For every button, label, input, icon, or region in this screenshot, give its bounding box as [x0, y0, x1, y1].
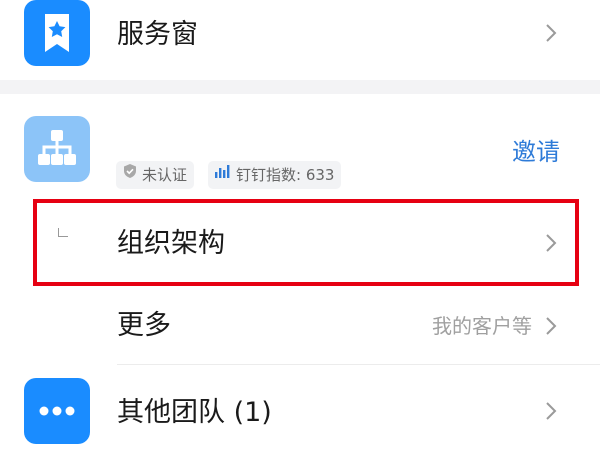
- other-teams-label: 其他团队 (1): [117, 397, 272, 428]
- chevron-right-icon: [540, 400, 562, 422]
- service-window-label: 服务窗: [117, 19, 198, 50]
- chevron-right-icon: [540, 22, 562, 44]
- more-dots-icon: [24, 378, 90, 444]
- invite-button[interactable]: 邀请: [512, 140, 560, 164]
- more-hint: 我的客户等: [432, 314, 532, 338]
- shield-check-icon: [122, 160, 138, 188]
- highlight-box: [33, 199, 579, 286]
- service-window-row[interactable]: 服务窗: [0, 0, 600, 80]
- other-teams-row[interactable]: 其他团队 (1): [0, 365, 600, 450]
- more-row[interactable]: 更多 我的客户等: [0, 288, 600, 364]
- certification-status: 未认证: [142, 166, 188, 184]
- dingtalk-index-badge[interactable]: 钉钉指数: 633: [208, 160, 342, 189]
- chevron-right-icon: [540, 315, 562, 337]
- section-separator: [0, 80, 600, 94]
- bar-chart-icon: [214, 160, 232, 188]
- certification-badge[interactable]: 未认证: [116, 160, 195, 189]
- star-bookmark-icon: [24, 0, 90, 66]
- more-label: 更多: [117, 310, 171, 341]
- org-chart-icon[interactable]: [24, 116, 90, 182]
- dingtalk-index-value: 钉钉指数: 633: [236, 166, 335, 184]
